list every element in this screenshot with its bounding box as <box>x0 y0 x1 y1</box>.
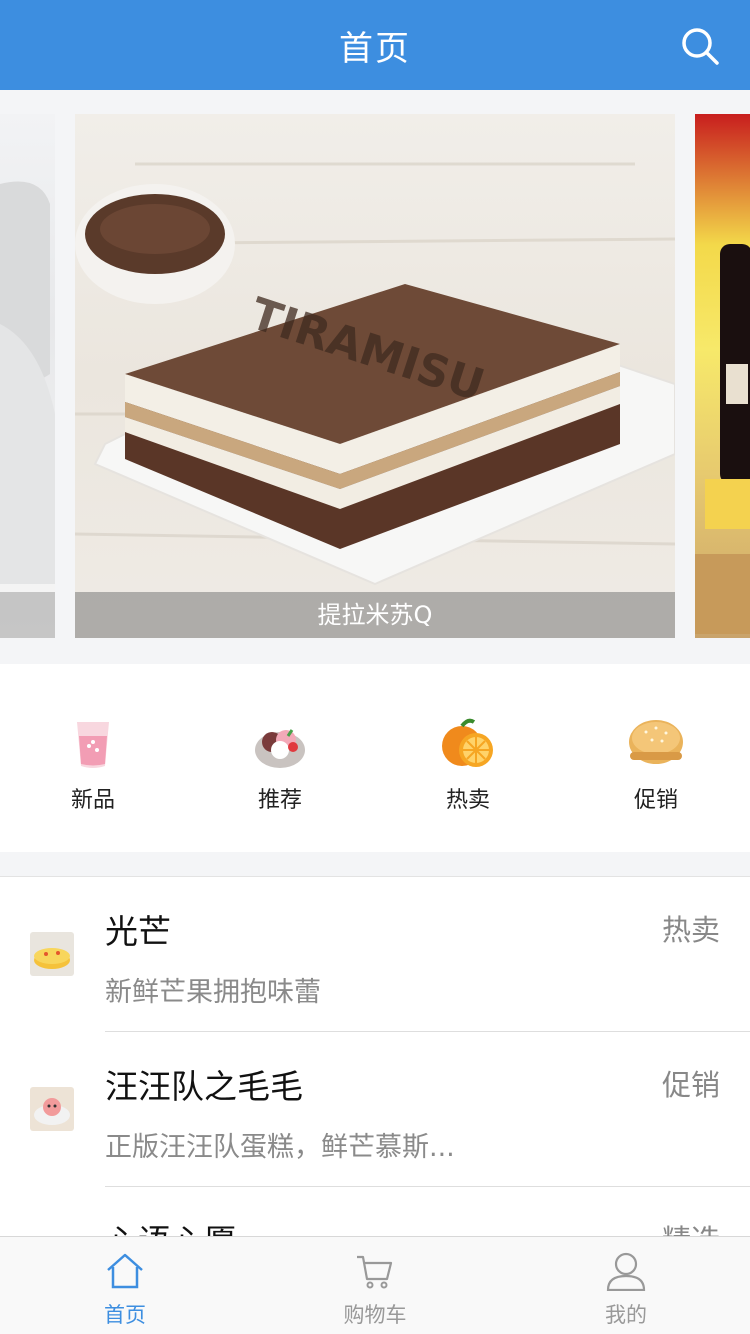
product-tag: 热卖 <box>661 913 720 947</box>
tab-profile[interactable]: 我的 <box>551 1251 701 1329</box>
category-hot[interactable]: 热卖 <box>408 716 528 814</box>
app-header: 首页 <box>0 0 750 90</box>
page-title: 首页 <box>339 28 411 69</box>
category-new[interactable]: 新品 <box>33 716 153 814</box>
product-name: 心语心愿 <box>105 1215 237 1236</box>
category-recommend[interactable]: 推荐 <box>220 716 340 814</box>
bottom-tab-bar: 首页 购物车 我的 <box>0 1236 750 1334</box>
list-item[interactable]: 光芒 热卖 新鲜芒果拥抱味蕾 <box>0 877 750 1032</box>
category-sale[interactable]: 促销 <box>596 716 716 814</box>
product-list: 光芒 热卖 新鲜芒果拥抱味蕾 汪汪队之毛毛 促销 正版汪汪队蛋糕，鲜芒慕斯...… <box>0 876 750 1236</box>
home-icon <box>107 1253 143 1289</box>
product-desc: 正版汪汪队蛋糕，鲜芒慕斯... <box>105 1132 455 1163</box>
product-tag: 促销 <box>661 1068 720 1102</box>
banner-carousel[interactable]: TIRAMISU 提拉米苏Q <box>0 114 750 638</box>
list-item[interactable]: 汪汪队之毛毛 促销 正版汪汪队蛋糕，鲜芒慕斯... <box>0 1032 750 1187</box>
tab-label: 购物车 <box>343 1303 407 1327</box>
carousel-caption-main: 提拉米苏Q <box>75 592 675 638</box>
carousel-caption-prev <box>0 592 55 638</box>
dessert-cup-icon <box>255 729 305 768</box>
category-label: 新品 <box>70 788 115 813</box>
carousel-slide-prev[interactable] <box>0 114 55 638</box>
milk-cup-icon <box>77 722 109 768</box>
product-name: 汪汪队之毛毛 <box>105 1067 303 1106</box>
category-label: 促销 <box>633 788 678 813</box>
tab-label: 我的 <box>605 1303 647 1327</box>
burger-bun-icon <box>629 720 683 764</box>
product-thumbnail <box>30 932 74 976</box>
user-icon <box>606 1252 646 1292</box>
product-tag: 精选 <box>662 1217 720 1236</box>
category-label: 热卖 <box>445 788 490 813</box>
product-name: 光芒 <box>105 912 171 951</box>
product-thumbnail <box>30 1087 74 1131</box>
product-desc: 新鲜芒果拥抱味蕾 <box>105 977 321 1008</box>
tab-home[interactable]: 首页 <box>50 1251 200 1329</box>
category-label: 推荐 <box>257 788 302 813</box>
carousel-slide-main[interactable]: TIRAMISU 提拉米苏Q <box>75 114 675 638</box>
tab-cart[interactable]: 购物车 <box>300 1251 450 1329</box>
tab-label: 首页 <box>104 1303 146 1327</box>
category-bar: 新品 推荐 热卖 促销 <box>0 664 750 852</box>
orange-icon <box>442 718 493 767</box>
list-item[interactable]: 心语心愿 精选 <box>0 1187 750 1236</box>
search-icon[interactable] <box>680 26 720 66</box>
carousel-slide-next[interactable] <box>695 114 750 638</box>
cart-icon <box>357 1255 393 1289</box>
